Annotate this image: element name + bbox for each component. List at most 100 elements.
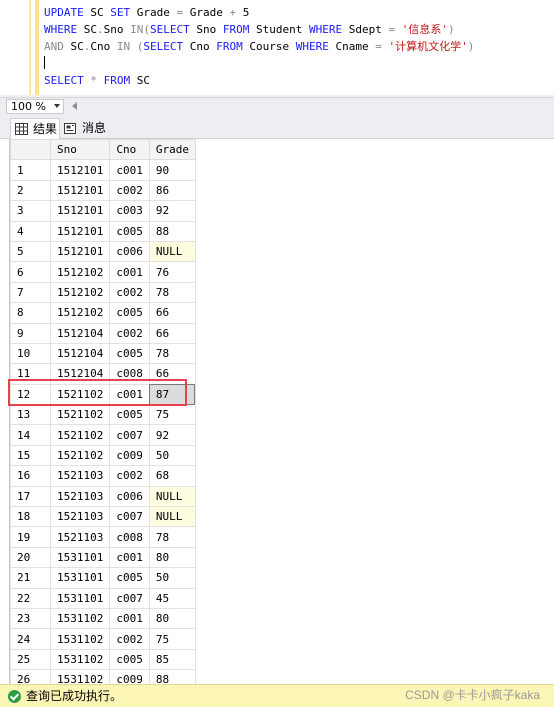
cell-grade[interactable]: 78 <box>148 526 196 548</box>
cell-grade[interactable]: 92 <box>148 200 196 222</box>
cell-sno[interactable]: 1512102 <box>49 261 111 283</box>
cell-grade[interactable]: 66 <box>148 302 196 324</box>
cell-sno[interactable]: 1521102 <box>49 383 111 406</box>
cell-cno[interactable]: c009 <box>109 669 150 684</box>
cell-grade[interactable]: 92 <box>148 424 196 446</box>
row-number[interactable]: 15 <box>10 444 51 467</box>
cell-sno[interactable]: 1512104 <box>49 363 111 385</box>
table-row[interactable]: 21 1531101 c005 50 <box>10 567 196 589</box>
row-number[interactable]: 16 <box>10 465 51 487</box>
cell-grade[interactable]: 66 <box>148 363 196 385</box>
table-row[interactable]: 15 1521102 c009 50 <box>10 444 196 467</box>
table-row[interactable]: 14 1521102 c007 92 <box>10 424 196 446</box>
table-row[interactable]: 19 1521103 c008 78 <box>10 526 196 548</box>
code-line-2[interactable]: WHERE SC.Sno IN(SELECT Sno FROM Student … <box>44 22 455 38</box>
code-line-1[interactable]: UPDATE SC SET Grade = Grade + 5 <box>44 5 249 21</box>
cell-grade[interactable]: 50 <box>148 444 196 467</box>
row-number[interactable]: 3 <box>10 200 51 222</box>
table-row[interactable]: 5 1512101 c006 NULL <box>10 240 196 263</box>
row-number-header[interactable] <box>10 139 51 161</box>
column-header-cno[interactable]: Cno <box>109 139 150 161</box>
cell-grade[interactable]: 66 <box>148 322 196 344</box>
cell-cno[interactable]: c006 <box>109 240 150 263</box>
table-row[interactable]: 3 1512101 c003 92 <box>10 200 196 222</box>
cell-grade[interactable]: 78 <box>148 281 196 304</box>
row-number[interactable]: 17 <box>10 485 51 508</box>
table-row[interactable]: 20 1531101 c001 80 <box>10 546 196 569</box>
zoom-select[interactable]: 100 % <box>6 99 64 114</box>
cell-cno[interactable]: c008 <box>109 526 150 548</box>
table-row[interactable]: 7 1512102 c002 78 <box>10 281 196 304</box>
row-number[interactable]: 20 <box>10 546 51 569</box>
cell-sno[interactable]: 1521103 <box>49 506 111 528</box>
tab-messages[interactable]: 消息 <box>60 118 106 139</box>
cell-sno[interactable]: 1512101 <box>49 220 111 242</box>
cell-grade[interactable]: 75 <box>148 404 196 426</box>
scroll-left-icon[interactable] <box>72 102 77 110</box>
cell-grade[interactable]: 88 <box>148 669 196 684</box>
cell-grade[interactable]: NULL <box>148 240 196 263</box>
cell-sno[interactable]: 1531101 <box>49 546 111 569</box>
cell-grade[interactable]: 87 <box>148 383 196 406</box>
cell-sno[interactable]: 1512102 <box>49 281 111 304</box>
row-number[interactable]: 9 <box>10 322 51 344</box>
row-number[interactable]: 10 <box>10 342 51 365</box>
code-line-3[interactable]: AND SC.Cno IN (SELECT Cno FROM Course WH… <box>44 39 474 55</box>
table-row[interactable]: 2 1512101 c002 86 <box>10 179 196 202</box>
row-number[interactable]: 14 <box>10 424 51 446</box>
row-number[interactable]: 23 <box>10 607 51 630</box>
column-header-sno[interactable]: Sno <box>49 139 111 161</box>
row-number[interactable]: 5 <box>10 240 51 263</box>
row-number[interactable]: 11 <box>10 363 51 385</box>
results-table[interactable]: Sno Cno Grade 1 1512101 c001 90 2 1512101 c002… <box>10 139 196 684</box>
cell-grade[interactable]: 50 <box>148 567 196 589</box>
cell-cno[interactable]: c001 <box>109 261 150 283</box>
cell-sno[interactable]: 1531102 <box>49 669 111 684</box>
cell-cno[interactable]: c002 <box>109 322 150 344</box>
table-row[interactable]: 6 1512102 c001 76 <box>10 261 196 283</box>
cell-cno[interactable]: c001 <box>109 607 150 630</box>
cell-grade[interactable]: 75 <box>148 628 196 650</box>
row-number[interactable]: 7 <box>10 281 51 304</box>
table-row[interactable]: 24 1531102 c002 75 <box>10 628 196 650</box>
cell-cno[interactable]: c001 <box>109 159 150 181</box>
cell-grade[interactable]: NULL <box>148 506 196 528</box>
cell-sno[interactable]: 1531101 <box>49 587 111 609</box>
cell-cno[interactable]: c003 <box>109 200 150 222</box>
row-number[interactable]: 1 <box>10 159 51 181</box>
table-row[interactable]: 25 1531102 c005 85 <box>10 648 196 671</box>
cell-grade[interactable]: 45 <box>148 587 196 609</box>
cell-sno[interactable]: 1531102 <box>49 607 111 630</box>
row-number[interactable]: 24 <box>10 628 51 650</box>
table-row[interactable]: 12 1521102 c001 87 <box>10 383 196 406</box>
cell-grade[interactable]: 76 <box>148 261 196 283</box>
code-line-5[interactable]: SELECT * FROM SC <box>44 73 150 89</box>
cell-sno[interactable]: 1531101 <box>49 567 111 589</box>
row-number[interactable]: 8 <box>10 302 51 324</box>
row-number[interactable]: 6 <box>10 261 51 283</box>
row-number[interactable]: 18 <box>10 506 51 528</box>
cell-grade[interactable]: 80 <box>148 607 196 630</box>
cell-cno[interactable]: c002 <box>109 179 150 202</box>
tab-results[interactable]: 结果 <box>10 118 60 139</box>
table-row[interactable]: 22 1531101 c007 45 <box>10 587 196 609</box>
row-number[interactable]: 19 <box>10 526 51 548</box>
cell-sno[interactable]: 1521102 <box>49 424 111 446</box>
cell-cno[interactable]: c007 <box>109 506 150 528</box>
cell-sno[interactable]: 1521103 <box>49 465 111 487</box>
cell-sno[interactable]: 1512104 <box>49 322 111 344</box>
cell-grade[interactable]: 85 <box>148 648 196 671</box>
cell-grade[interactable]: 68 <box>148 465 196 487</box>
code-line-4[interactable] <box>44 56 45 72</box>
cell-grade[interactable]: NULL <box>148 485 196 508</box>
cell-cno[interactable]: c009 <box>109 444 150 467</box>
table-row[interactable]: 10 1512104 c005 78 <box>10 342 196 365</box>
cell-cno[interactable]: c005 <box>109 404 150 426</box>
cell-cno[interactable]: c007 <box>109 424 150 446</box>
cell-sno[interactable]: 1521102 <box>49 404 111 426</box>
cell-cno[interactable]: c006 <box>109 485 150 508</box>
row-number[interactable]: 26 <box>10 669 51 684</box>
cell-cno[interactable]: c001 <box>109 546 150 569</box>
table-row[interactable]: 17 1521103 c006 NULL <box>10 485 196 508</box>
cell-sno[interactable]: 1512101 <box>49 200 111 222</box>
